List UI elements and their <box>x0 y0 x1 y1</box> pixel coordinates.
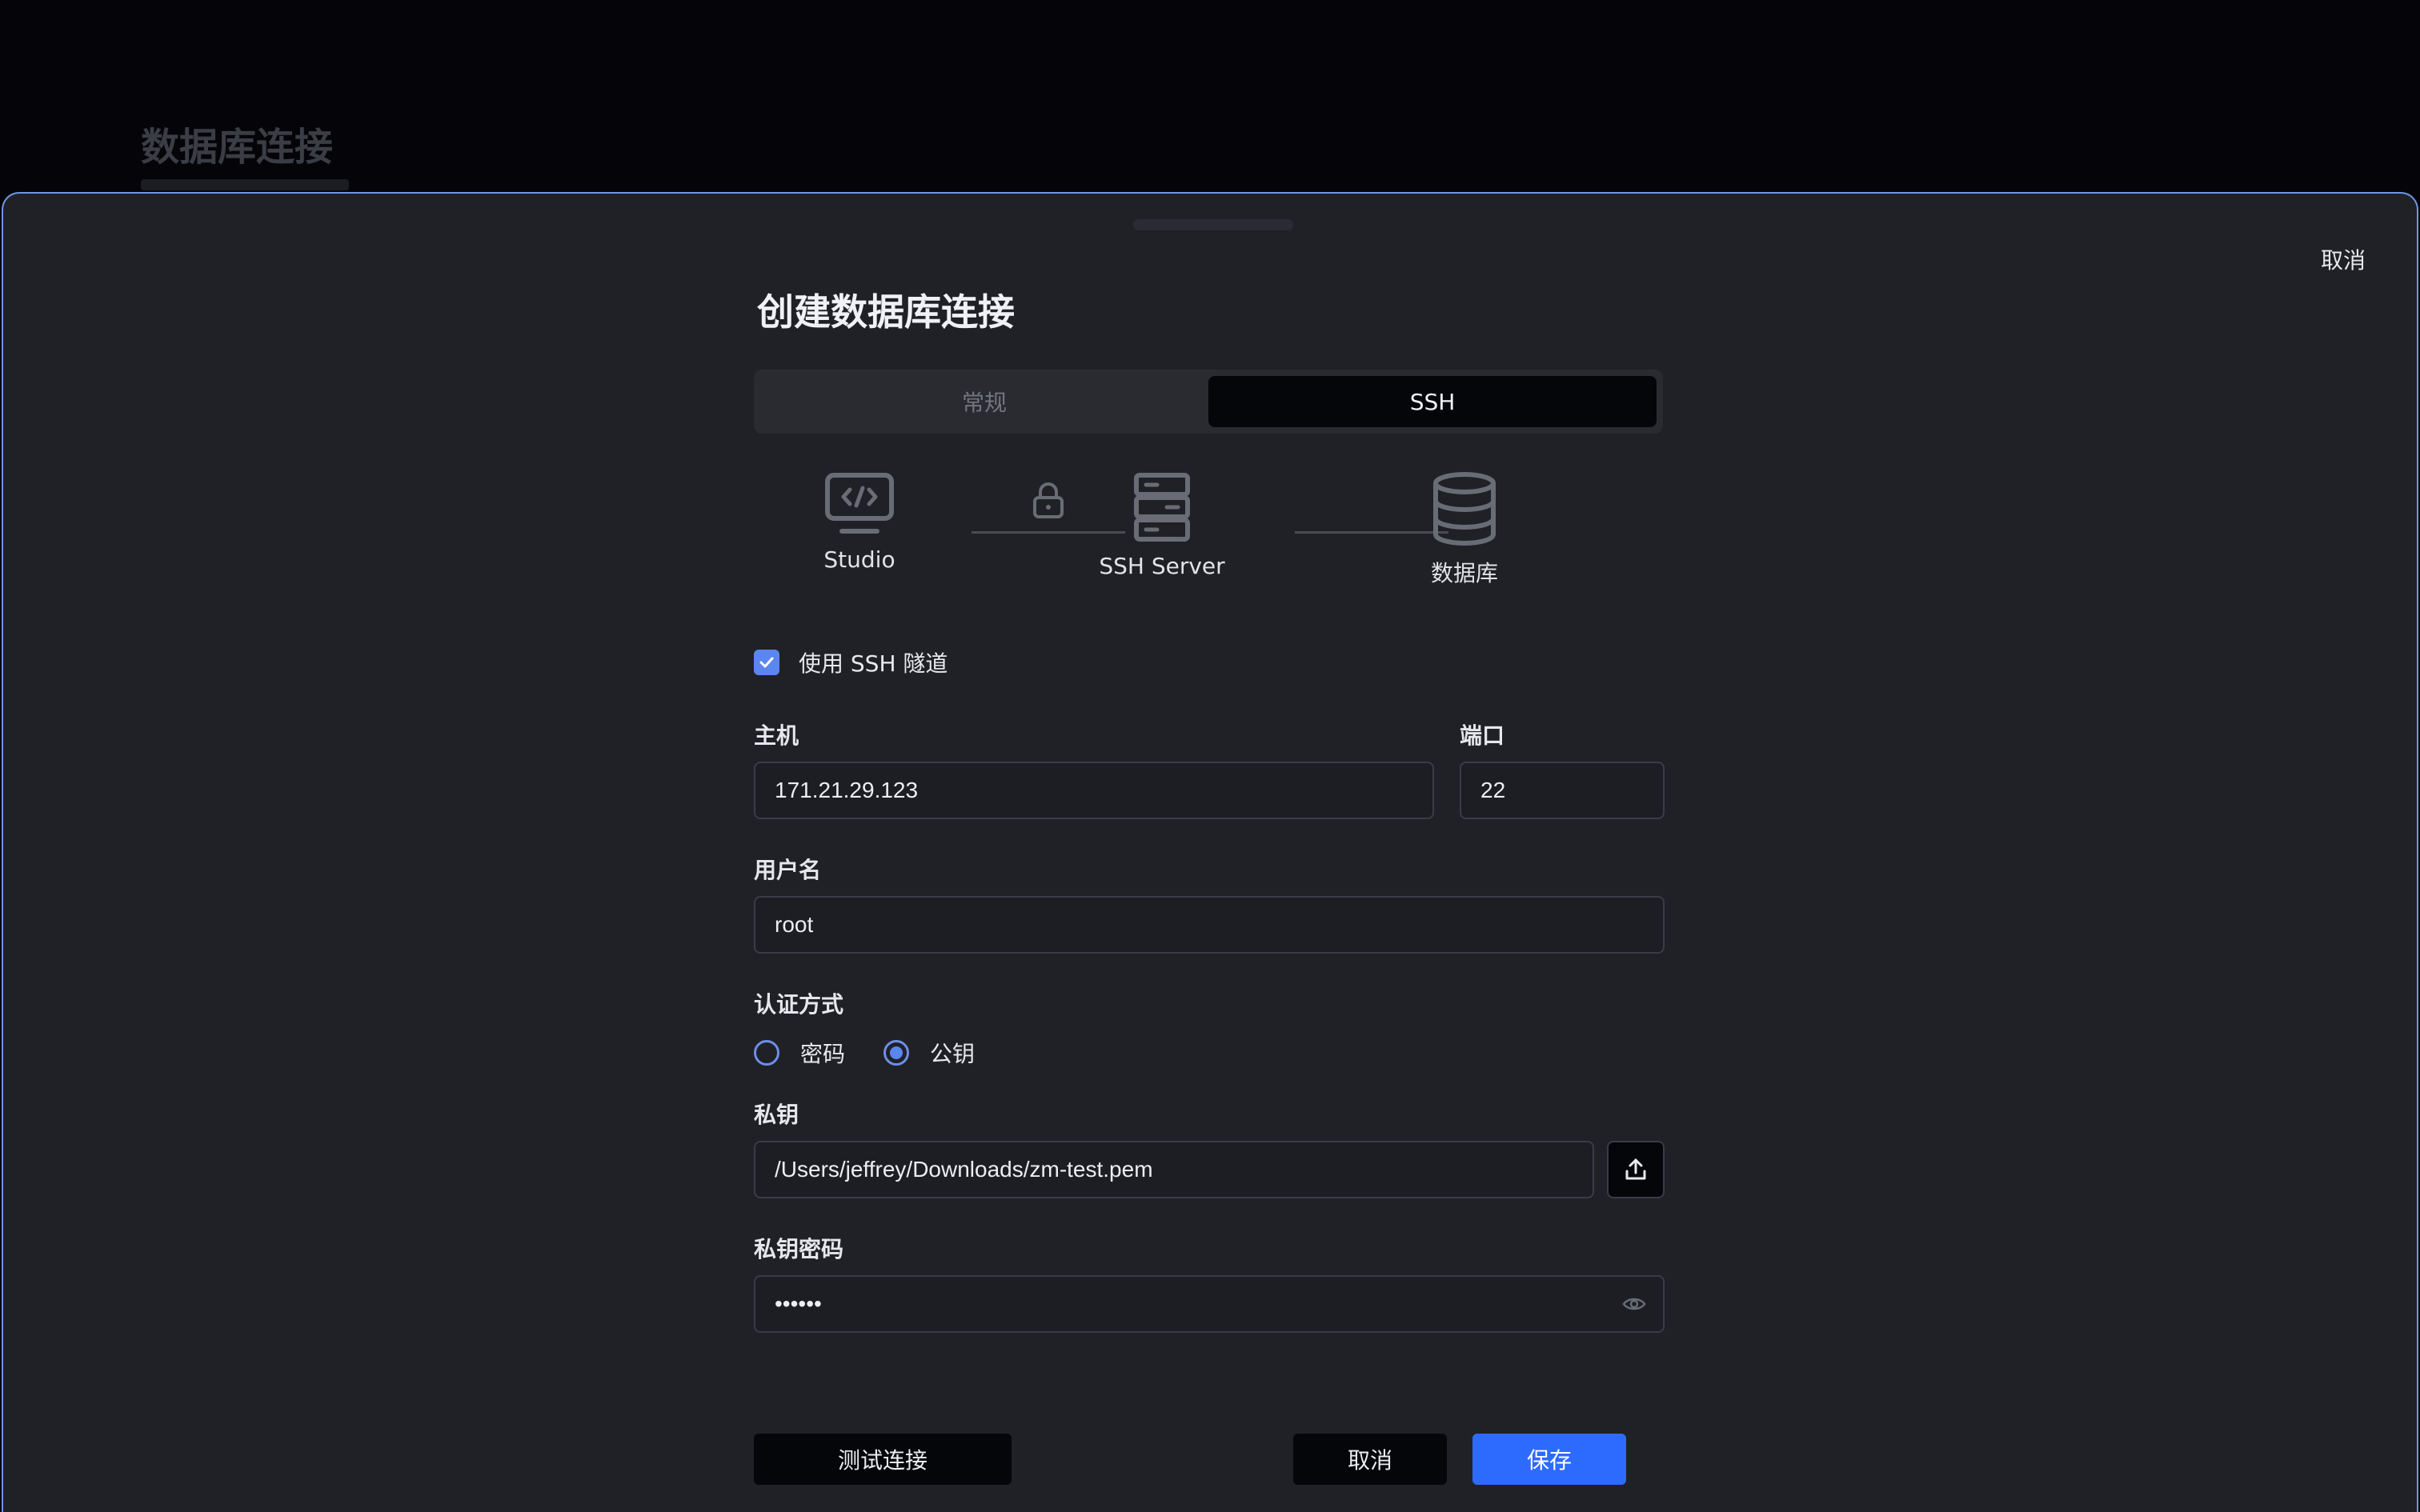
page: 数据库连接 取消 创建数据库连接 创建数据库连接 常规 SSH Studio <box>0 0 2420 1512</box>
upload-key-button[interactable] <box>1607 1141 1665 1198</box>
background-page-subtitle <box>141 179 349 190</box>
tunnel-node-ssh-server: SSH Server <box>1066 472 1258 579</box>
tab-general[interactable]: 常规 <box>760 376 1208 427</box>
checkmark-icon <box>759 657 774 668</box>
sheet-cancel-button[interactable]: 取消 <box>2321 243 2366 275</box>
tab-ssh[interactable]: SSH <box>1208 376 1657 427</box>
tunnel-node-label: SSH Server <box>1099 553 1225 579</box>
auth-publickey-radio[interactable] <box>883 1040 910 1066</box>
save-button[interactable]: 保存 <box>1472 1434 1626 1485</box>
auth-method-options: 密码 公钥 <box>754 1037 1013 1069</box>
auth-password-label: 密码 <box>800 1041 846 1067</box>
host-input[interactable]: 171.21.29.123 <box>754 762 1434 819</box>
tunnel-node-studio: Studio <box>763 472 956 573</box>
dialog-title: 创建数据库连接 <box>757 290 1015 334</box>
upload-icon <box>1625 1158 1646 1180</box>
use-ssh-tunnel-checkbox[interactable] <box>754 650 779 675</box>
background-page-title: 数据库连接 <box>141 125 334 170</box>
port-input[interactable]: 22 <box>1460 762 1665 819</box>
radio-selected-dot <box>890 1046 903 1059</box>
private-key-input[interactable]: /Users/jeffrey/Downloads/zm-test.pem <box>754 1141 1594 1198</box>
database-icon <box>1433 472 1496 546</box>
username-label: 用户名 <box>754 857 822 883</box>
eye-icon <box>1622 1298 1646 1310</box>
auth-publickey-label: 公钥 <box>930 1041 976 1067</box>
use-ssh-tunnel-row: 使用 SSH 隧道 <box>754 646 948 678</box>
auth-method-label: 认证方式 <box>754 991 844 1018</box>
tab-bar: 常规 SSH <box>754 370 1663 434</box>
host-label: 主机 <box>754 722 799 749</box>
tunnel-node-label: Studio <box>823 546 895 573</box>
tunnel-node-label: 数据库 <box>1430 560 1498 586</box>
cancel-button[interactable]: 取消 <box>1293 1434 1447 1485</box>
test-connection-button[interactable]: 测试连接 <box>754 1434 1012 1485</box>
sheet-grabber[interactable] <box>1133 219 1293 230</box>
key-password-input[interactable]: •••••• <box>754 1275 1665 1333</box>
private-key-label: 私钥 <box>754 1102 799 1128</box>
key-password-label: 私钥密码 <box>754 1236 844 1262</box>
lock-icon <box>1033 482 1064 518</box>
use-ssh-tunnel-label: 使用 SSH 隧道 <box>799 650 948 677</box>
tunnel-node-database: 数据库 <box>1368 472 1561 588</box>
toggle-password-visibility[interactable] <box>1621 1291 1647 1321</box>
port-label: 端口 <box>1460 722 1505 749</box>
auth-password-radio[interactable] <box>754 1040 779 1066</box>
server-icon <box>1134 473 1190 542</box>
username-input[interactable]: root <box>754 896 1665 954</box>
monitor-code-icon <box>825 473 894 534</box>
